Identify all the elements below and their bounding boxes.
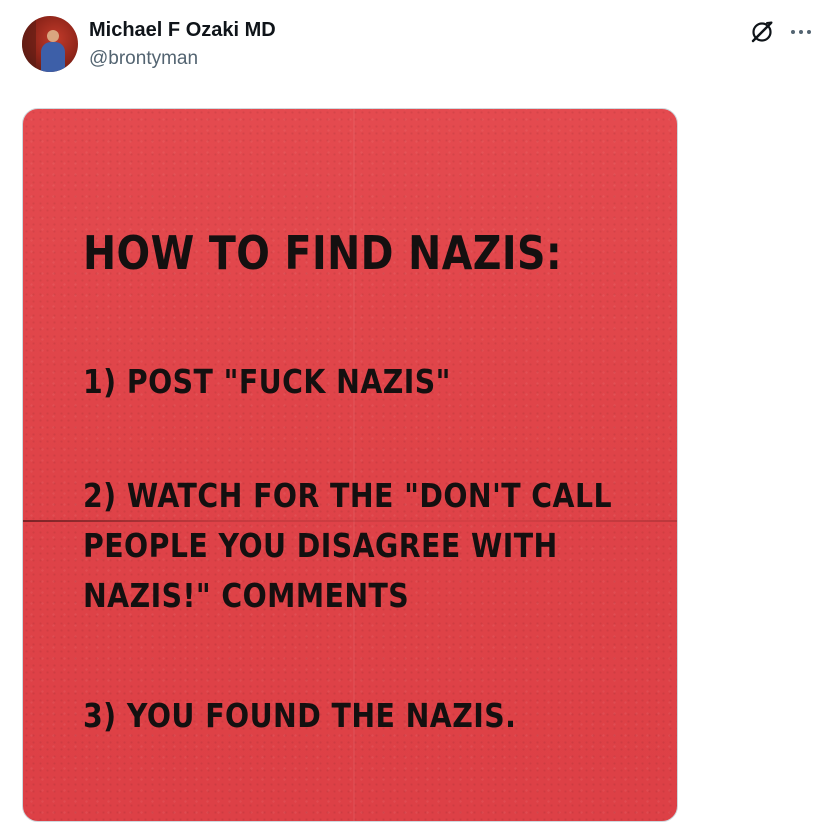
post-header: Michael F Ozaki MD @brontyman — [0, 0, 835, 90]
grok-icon[interactable] — [748, 18, 776, 46]
avatar-figure-head — [47, 30, 59, 42]
poster-step-2-line-2: PEOPLE YOU DiSAGREE WiTH — [83, 526, 558, 565]
poster-title: HOW TO FIND NAZiS: — [83, 226, 563, 280]
avatar-background — [22, 16, 36, 72]
more-options-icon[interactable] — [787, 18, 815, 46]
post-image[interactable]: HOW TO FIND NAZiS: 1) POST "FUCK NAZIS" … — [22, 108, 678, 822]
poster-step-2-line-1: 2) WATCH FOR THE "DON'T CALL — [83, 476, 612, 515]
poster-step-2-line-3: NAZiS!" COMMENTS — [83, 576, 410, 615]
author-display-name[interactable]: Michael F Ozaki MD — [89, 19, 276, 42]
poster-step-1: 1) POST "FUCK NAZIS" — [83, 362, 451, 401]
poster-step-3: 3) YOU FOUND THE NAZIS. — [83, 696, 517, 735]
avatar-figure-body — [41, 42, 65, 72]
author-handle[interactable]: @brontyman — [89, 48, 198, 70]
avatar[interactable] — [22, 16, 78, 72]
